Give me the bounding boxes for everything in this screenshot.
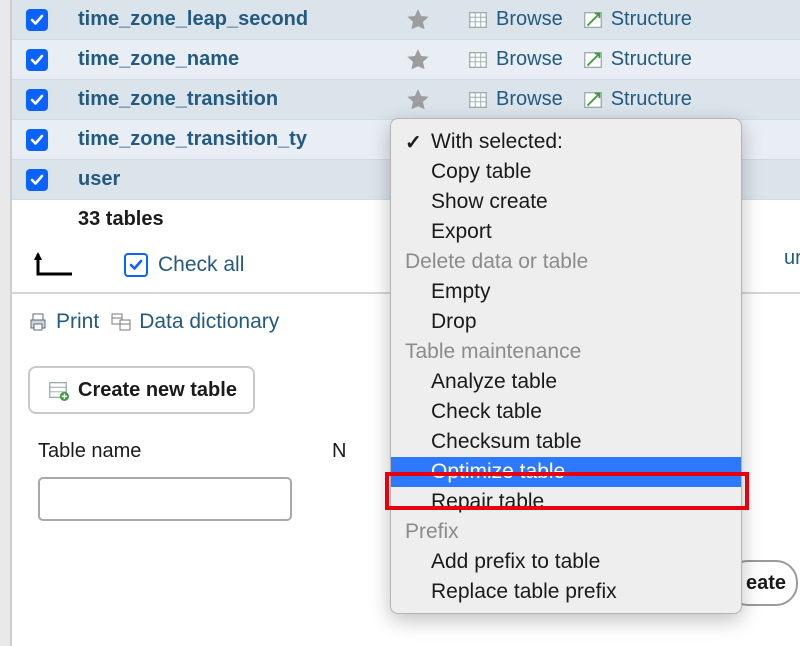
dd-group-prefix: Prefix — [391, 517, 741, 547]
tables-count: 33 tables — [78, 208, 164, 231]
app-panel: time_zone_leap_second Browse Structure — [10, 0, 800, 646]
structure-label: Structure — [611, 48, 692, 71]
table-add-icon — [46, 378, 70, 402]
dd-analyze[interactable]: Analyze table — [391, 367, 741, 397]
structure-label: Structure — [611, 88, 692, 111]
columns-label: N — [332, 440, 346, 463]
dd-label: Delete data or table — [405, 250, 588, 274]
dd-add-prefix[interactable]: Add prefix to table — [391, 547, 741, 577]
dd-label: Checksum table — [431, 430, 582, 454]
browse-label: Browse — [496, 88, 563, 111]
structure-link[interactable]: Structure — [581, 8, 692, 32]
dd-checksum[interactable]: Checksum table — [391, 427, 741, 457]
browse-icon — [466, 8, 490, 32]
dd-label: Empty — [431, 280, 491, 304]
browse-label: Browse — [496, 48, 563, 71]
print-label: Print — [56, 310, 99, 334]
dd-label: With selected: — [431, 130, 563, 154]
table-name-link[interactable]: time_zone_transition_ty — [78, 128, 307, 151]
favorite-star-icon[interactable] — [404, 6, 432, 34]
browse-link[interactable]: Browse — [466, 88, 563, 112]
dd-export[interactable]: Export — [391, 217, 741, 247]
table-name-link[interactable]: user — [78, 168, 120, 191]
select-arrow-icon — [32, 250, 78, 280]
row-checkbox[interactable] — [26, 49, 48, 71]
browse-label: Browse — [496, 8, 563, 31]
structure-icon — [581, 8, 605, 32]
row-checkbox[interactable] — [26, 9, 48, 31]
data-dictionary-link[interactable]: Data dictionary — [109, 310, 279, 334]
dd-label: Prefix — [405, 520, 459, 544]
dd-label: Export — [431, 220, 492, 244]
structure-link[interactable]: Structure — [581, 88, 692, 112]
dd-label: Replace table prefix — [431, 580, 617, 604]
row-checkbox[interactable] — [26, 89, 48, 111]
create-table-tab[interactable]: Create new table — [28, 366, 255, 414]
dd-label: Copy table — [431, 160, 531, 184]
row-checkbox[interactable] — [26, 169, 48, 191]
table-name-link[interactable]: time_zone_name — [78, 48, 239, 71]
table-row[interactable]: time_zone_transition Browse Structure — [12, 80, 800, 120]
dd-label: Analyze table — [431, 370, 557, 394]
row-checkbox[interactable] — [26, 129, 48, 151]
dd-label: Optimize table — [431, 460, 565, 484]
checkall-label[interactable]: Check all — [158, 253, 244, 277]
dd-optimize[interactable]: Optimize table — [391, 457, 741, 487]
browse-icon — [466, 48, 490, 72]
table-name-link[interactable]: time_zone_transition — [78, 88, 278, 111]
dd-repair[interactable]: Repair table — [391, 487, 741, 517]
dd-label: Add prefix to table — [431, 550, 600, 574]
favorite-star-icon[interactable] — [404, 86, 432, 114]
print-link[interactable]: Print — [26, 310, 99, 334]
dd-label: Check table — [431, 400, 542, 424]
table-name-input[interactable] — [38, 477, 292, 521]
dd-copy-table[interactable]: Copy table — [391, 157, 741, 187]
dd-check[interactable]: Check table — [391, 397, 741, 427]
structure-label: Structure — [611, 8, 692, 31]
dd-replace-prefix[interactable]: Replace table prefix — [391, 577, 741, 607]
table-name-label: Table name — [38, 440, 292, 463]
browse-icon — [466, 88, 490, 112]
table-row[interactable]: time_zone_name Browse Structure — [12, 40, 800, 80]
favorite-star-icon[interactable] — [404, 46, 432, 74]
dd-label: Drop — [431, 310, 477, 334]
structure-icon — [581, 88, 605, 112]
table-name-link[interactable]: time_zone_leap_second — [78, 8, 308, 31]
with-selected-dropdown[interactable]: With selected: Copy table Show create Ex… — [390, 118, 742, 614]
table-row[interactable]: time_zone_leap_second Browse Structure — [12, 0, 800, 40]
structure-link[interactable]: Structure — [581, 48, 692, 72]
columns-field: N — [332, 440, 346, 477]
dd-empty[interactable]: Empty — [391, 277, 741, 307]
print-icon — [26, 310, 50, 334]
dd-group-delete: Delete data or table — [391, 247, 741, 277]
dd-label: Repair table — [431, 490, 544, 514]
data-dictionary-icon — [109, 310, 133, 334]
create-table-tab-label: Create new table — [78, 379, 237, 402]
dd-label: Table maintenance — [405, 340, 581, 364]
table-name-field: Table name — [38, 440, 292, 521]
structure-icon — [581, 48, 605, 72]
create-button-label: eate — [746, 572, 786, 595]
dd-group-maintenance: Table maintenance — [391, 337, 741, 367]
data-dictionary-label: Data dictionary — [139, 310, 279, 334]
edge-cut-text: ure — [784, 247, 800, 270]
dd-with-selected[interactable]: With selected: — [391, 127, 741, 157]
dd-drop[interactable]: Drop — [391, 307, 741, 337]
dd-label: Show create — [431, 190, 548, 214]
browse-link[interactable]: Browse — [466, 8, 563, 32]
checkall-checkbox[interactable] — [124, 253, 148, 277]
browse-link[interactable]: Browse — [466, 48, 563, 72]
dd-show-create[interactable]: Show create — [391, 187, 741, 217]
